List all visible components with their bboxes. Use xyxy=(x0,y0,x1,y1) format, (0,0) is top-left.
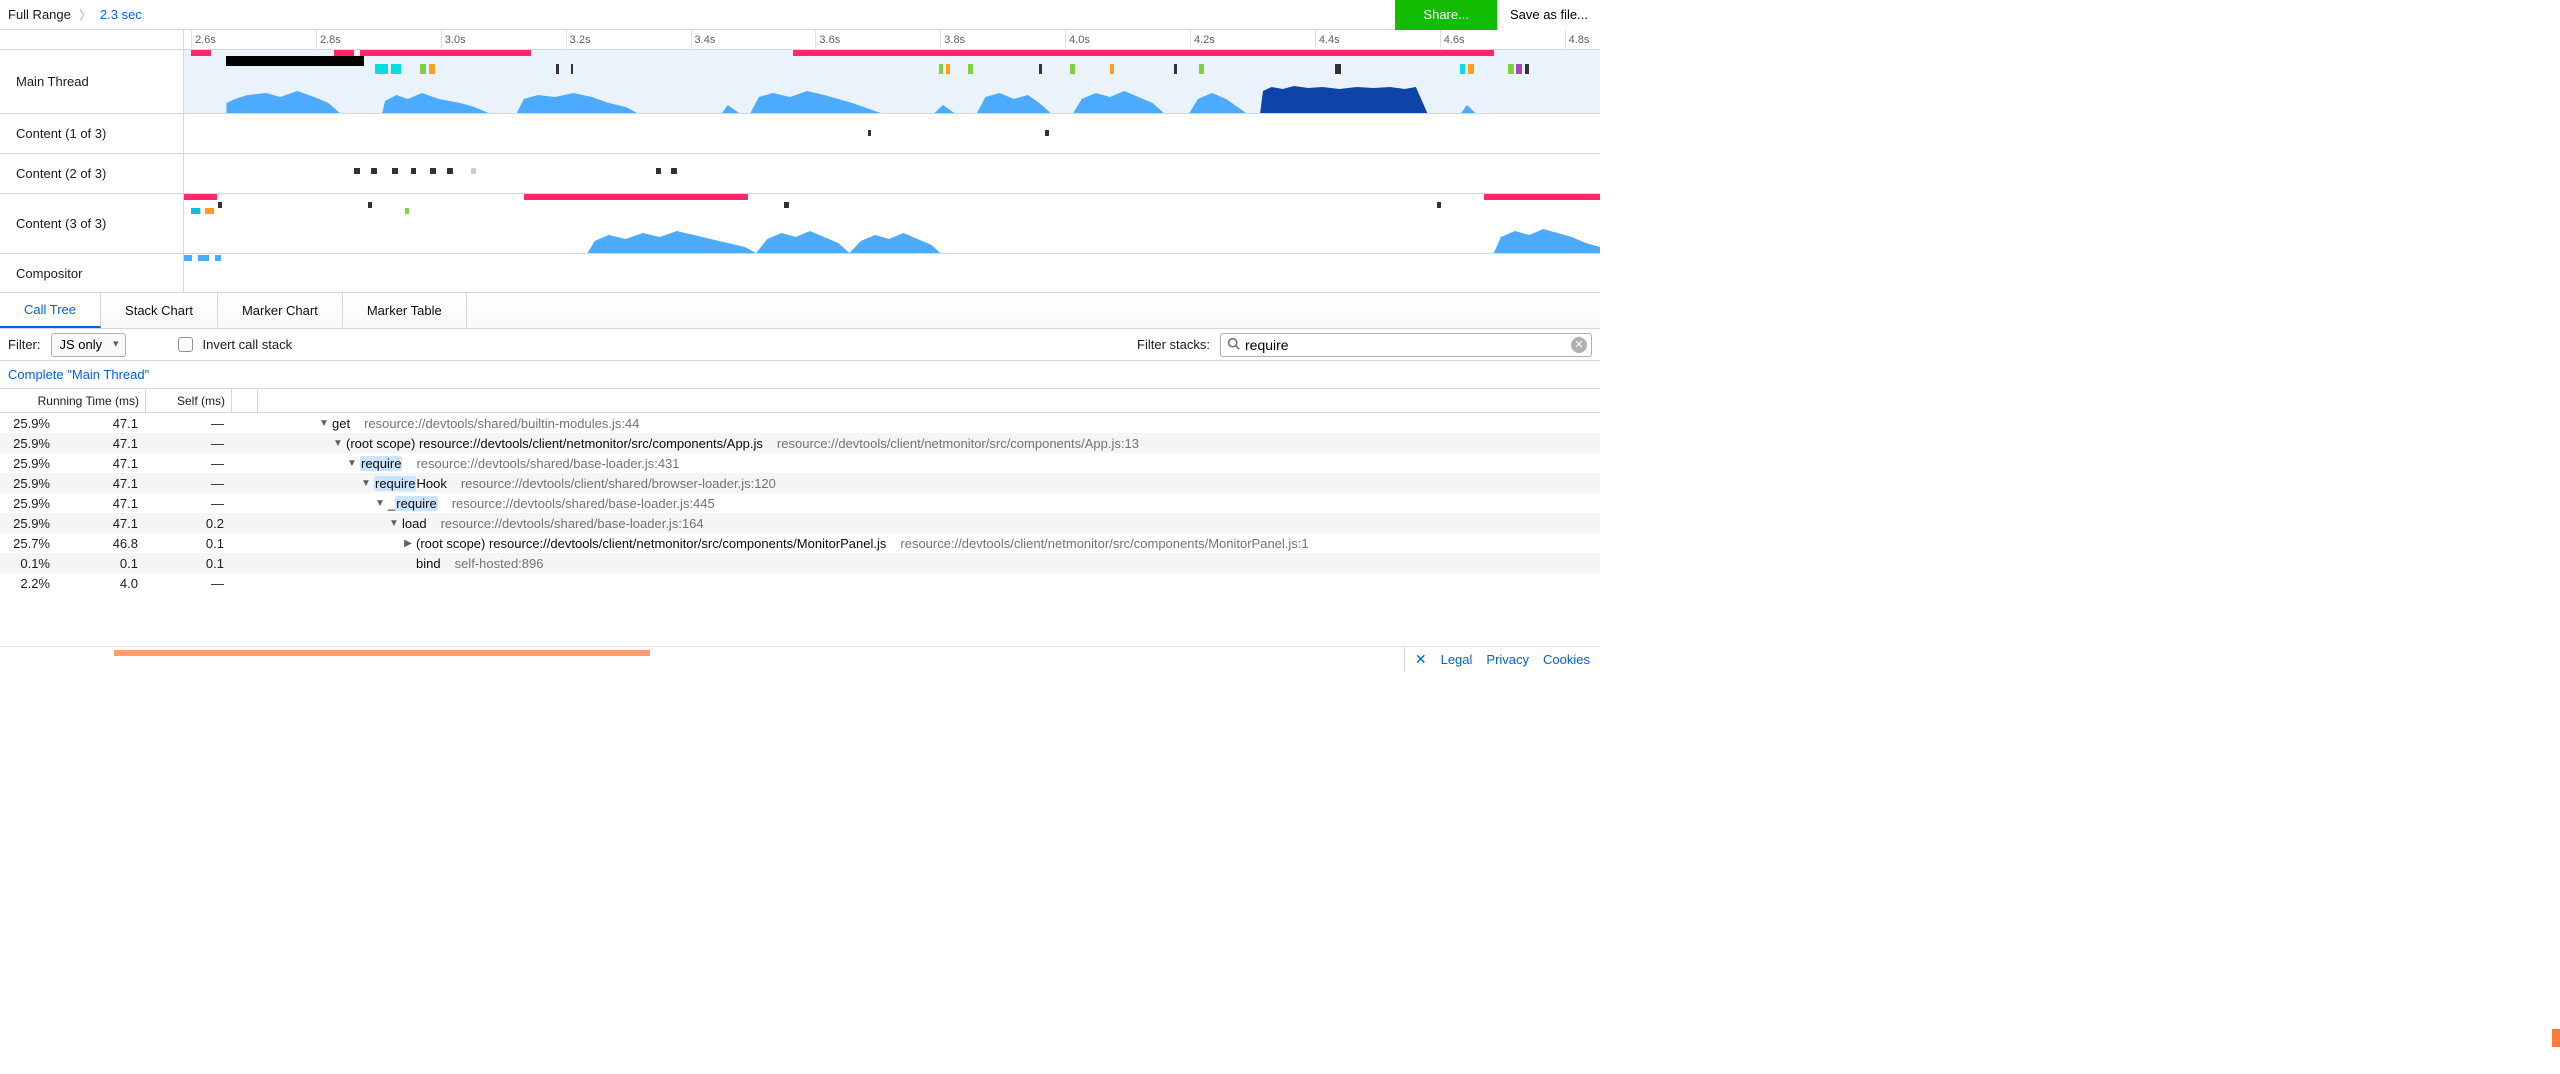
privacy-link[interactable]: Privacy xyxy=(1486,652,1529,667)
track-body-main[interactable] xyxy=(184,50,1600,113)
filter-select[interactable]: JS only xyxy=(51,333,126,357)
close-icon[interactable]: ✕ xyxy=(1415,651,1427,668)
function-location: resource://devtools/shared/base-loader.j… xyxy=(441,516,704,531)
track-label-content-3[interactable]: Content (3 of 3) xyxy=(0,194,184,253)
triangle-down-icon[interactable]: ▼ xyxy=(346,458,358,469)
filter-stacks-label: Filter stacks: xyxy=(1137,337,1210,352)
ruler-tick: 2.6s xyxy=(191,30,216,50)
function-location: resource://devtools/shared/base-loader.j… xyxy=(416,456,679,471)
track-body-content-3[interactable] xyxy=(184,194,1600,253)
ruler-tick: 3.8s xyxy=(940,30,965,50)
search-icon xyxy=(1227,337,1240,353)
clear-filter-button[interactable]: ✕ xyxy=(1571,337,1587,353)
filter-stacks-input[interactable] xyxy=(1243,336,1571,354)
triangle-right-icon[interactable]: ▶ xyxy=(402,538,414,549)
col-self[interactable]: Self (ms) xyxy=(146,389,232,412)
tab-marker-table[interactable]: Marker Table xyxy=(343,293,467,328)
breadcrumb: Full Range 〉 2.3 sec xyxy=(8,5,142,24)
calltree-body[interactable]: 25.9%47.1—▼getresource://devtools/shared… xyxy=(0,413,1600,646)
breadcrumb-full-range[interactable]: Full Range xyxy=(8,7,71,22)
ruler-tick: 4.4s xyxy=(1315,30,1340,50)
tab-marker-chart[interactable]: Marker Chart xyxy=(218,293,343,328)
function-name: get xyxy=(332,416,350,431)
tab-call-tree[interactable]: Call Tree xyxy=(0,293,101,328)
complete-thread-link[interactable]: Complete "Main Thread" xyxy=(0,361,1600,389)
track-body-content-2[interactable] xyxy=(184,154,1600,193)
ruler-tick: 3.4s xyxy=(691,30,716,50)
ruler-tick: 4.6s xyxy=(1440,30,1465,50)
track-label-content-1[interactable]: Content (1 of 3) xyxy=(0,114,184,153)
chevron-right-icon: 〉 xyxy=(79,5,92,24)
triangle-down-icon[interactable]: ▼ xyxy=(360,478,372,489)
ruler-tick: 4.2s xyxy=(1190,30,1215,50)
ruler-tick: 4.8s xyxy=(1565,30,1590,50)
progress-bar xyxy=(114,650,650,656)
triangle-down-icon[interactable]: ▼ xyxy=(374,498,386,509)
function-location: resource://devtools/client/shared/browse… xyxy=(461,476,776,491)
ruler-tick: 3.0s xyxy=(441,30,466,50)
scroll-indicator xyxy=(2552,1029,2560,1047)
invert-label: Invert call stack xyxy=(203,337,293,352)
function-location: resource://devtools/client/netmonitor/sr… xyxy=(777,436,1139,451)
track-label-main[interactable]: Main Thread xyxy=(0,50,184,113)
function-location: self-hosted:896 xyxy=(455,556,544,571)
calltree-row[interactable]: 25.9%47.1—▼getresource://devtools/shared… xyxy=(0,413,1600,433)
save-as-file-button[interactable]: Save as file... xyxy=(1497,0,1600,30)
calltree-header: Running Time (ms) Self (ms) xyxy=(0,389,1600,413)
footer: ✕ Legal Privacy Cookies xyxy=(0,646,1600,672)
calltree-row[interactable]: 25.7%46.80.1▶(root scope) resource://dev… xyxy=(0,533,1600,553)
function-location: resource://devtools/client/netmonitor/sr… xyxy=(900,536,1308,551)
track-content-2[interactable]: Content (2 of 3) xyxy=(0,154,1600,194)
cookies-link[interactable]: Cookies xyxy=(1543,652,1590,667)
calltree-row[interactable]: 25.9%47.1—▼requireresource://devtools/sh… xyxy=(0,453,1600,473)
track-body-content-1[interactable] xyxy=(184,114,1600,153)
calltree-row[interactable]: 25.9%47.1—▼_requireresource://devtools/s… xyxy=(0,493,1600,513)
breadcrumb-duration[interactable]: 2.3 sec xyxy=(100,7,142,22)
ruler-tick: 3.2s xyxy=(566,30,591,50)
function-name: _require xyxy=(388,496,438,511)
triangle-down-icon[interactable]: ▼ xyxy=(388,518,400,529)
calltree-row[interactable]: 25.9%47.10.2▼loadresource://devtools/sha… xyxy=(0,513,1600,533)
track-label-content-2[interactable]: Content (2 of 3) xyxy=(0,154,184,193)
function-name: (root scope) resource://devtools/client/… xyxy=(346,436,763,451)
calltree-row[interactable]: 25.9%47.1—▼requireHookresource://devtool… xyxy=(0,473,1600,493)
share-button[interactable]: Share... xyxy=(1395,0,1497,30)
legal-link[interactable]: Legal xyxy=(1441,652,1473,667)
col-running-time[interactable]: Running Time (ms) xyxy=(0,389,146,412)
invert-checkbox[interactable] xyxy=(178,337,193,352)
filter-label: Filter: xyxy=(8,337,41,352)
ruler-tick: 3.6s xyxy=(815,30,840,50)
filter-row: Filter: JS only Invert call stack Filter… xyxy=(0,329,1600,361)
ruler-tick: 2.8s xyxy=(316,30,341,50)
filter-stacks-field[interactable]: ✕ xyxy=(1220,333,1592,357)
function-name: require xyxy=(360,456,402,471)
track-body-compositor[interactable] xyxy=(184,254,1600,292)
track-content-3[interactable]: Content (3 of 3) xyxy=(0,194,1600,254)
tab-stack-chart[interactable]: Stack Chart xyxy=(101,293,218,328)
track-label-compositor[interactable]: Compositor xyxy=(0,254,184,292)
track-main-thread[interactable]: Main Thread xyxy=(0,50,1600,114)
calltree-row[interactable]: 2.2%4.0— xyxy=(0,573,1600,593)
panel-tabs: Call Tree Stack Chart Marker Chart Marke… xyxy=(0,293,1600,329)
timeline-tracks: Main Thread xyxy=(0,50,1600,293)
track-content-1[interactable]: Content (1 of 3) xyxy=(0,114,1600,154)
function-name: bind xyxy=(416,556,441,571)
track-compositor[interactable]: Compositor xyxy=(0,254,1600,292)
function-name: (root scope) resource://devtools/client/… xyxy=(416,536,886,551)
triangle-down-icon[interactable]: ▼ xyxy=(332,438,344,449)
function-name: load xyxy=(402,516,427,531)
time-ruler[interactable]: 2.6s 2.8s 3.0s 3.2s 3.4s 3.6s 3.8s 4.0s 4.2s 4.4s… xyxy=(0,30,1600,50)
footer-links: ✕ Legal Privacy Cookies xyxy=(1404,647,1600,672)
ruler-tick: 4.0s xyxy=(1065,30,1090,50)
calltree-row[interactable]: 25.9%47.1—▼(root scope) resource://devto… xyxy=(0,433,1600,453)
triangle-down-icon[interactable]: ▼ xyxy=(318,418,330,429)
calltree-row[interactable]: 0.1%0.10.1bindself-hosted:896 xyxy=(0,553,1600,573)
function-location: resource://devtools/shared/builtin-modul… xyxy=(364,416,639,431)
function-name: requireHook xyxy=(374,476,447,491)
top-toolbar: Full Range 〉 2.3 sec Share... Save as fi… xyxy=(0,0,1600,30)
function-location: resource://devtools/shared/base-loader.j… xyxy=(452,496,715,511)
